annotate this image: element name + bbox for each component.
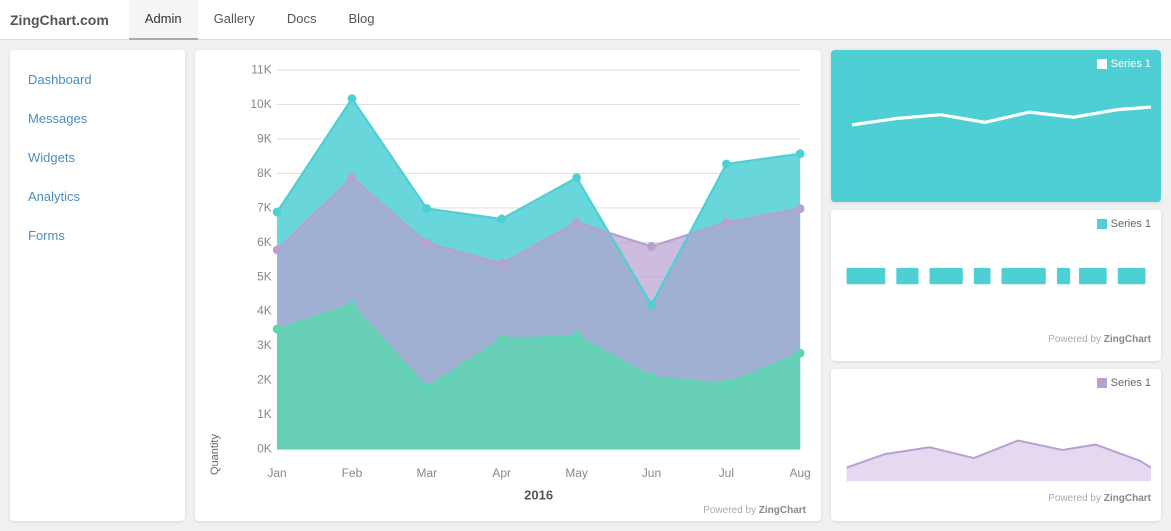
dot: [572, 331, 581, 340]
mini-chart-1: Series 1: [831, 50, 1161, 202]
dot: [722, 218, 731, 227]
svg-text:1K: 1K: [257, 407, 272, 421]
svg-text:May: May: [565, 466, 588, 480]
dot: [796, 204, 805, 213]
series2-legend-icon: [1097, 219, 1107, 229]
svg-text:0K: 0K: [257, 442, 272, 456]
mini-chart-3-svg: [841, 393, 1151, 488]
dot: [722, 380, 731, 389]
mini-chart-3-powered-by: Powered by ZingChart: [841, 493, 1151, 504]
dot: [722, 160, 731, 169]
dot: [796, 149, 805, 158]
sidebar-item-dashboard[interactable]: Dashboard: [10, 60, 185, 99]
mini-chart-2: Series 1 Powered by ZingChart: [831, 210, 1161, 362]
svg-text:2016: 2016: [524, 487, 553, 502]
mini-chart-3-series-label: Series 1: [841, 377, 1151, 389]
svg-text:4K: 4K: [257, 304, 272, 318]
dot: [497, 215, 506, 224]
nav-item-docs[interactable]: Docs: [271, 0, 333, 40]
brand-logo: ZingChart.com: [10, 12, 109, 28]
series1-legend-icon: [1097, 59, 1107, 69]
dot: [423, 204, 432, 213]
sidebar-item-forms[interactable]: Forms: [10, 216, 185, 255]
sidebar-item-messages[interactable]: Messages: [10, 99, 185, 138]
dot: [273, 245, 282, 254]
chart-area: Quantity: [195, 50, 821, 521]
dot: [423, 239, 432, 248]
svg-text:3K: 3K: [257, 338, 272, 352]
svg-text:5K: 5K: [257, 269, 272, 283]
dot: [348, 301, 357, 310]
top-nav: ZingChart.com Admin Gallery Docs Blog: [0, 0, 1171, 40]
mini-chart-1-series-label: Series 1: [841, 58, 1151, 70]
dot: [647, 373, 656, 382]
dot: [348, 173, 357, 182]
svg-text:Aug: Aug: [790, 466, 811, 480]
sidebar-item-widgets[interactable]: Widgets: [10, 138, 185, 177]
svg-text:Jan: Jan: [267, 466, 286, 480]
svg-text:8K: 8K: [257, 166, 272, 180]
dot: [348, 94, 357, 103]
svg-text:Feb: Feb: [342, 466, 363, 480]
nav-items: Admin Gallery Docs Blog: [129, 0, 391, 40]
mini-line: [852, 107, 1151, 125]
mini-chart-1-svg: [841, 74, 1151, 176]
y-axis-label: Quantity: [205, 60, 225, 475]
dot: [497, 335, 506, 344]
chart-powered-by: Powered by ZingChart: [205, 505, 811, 516]
mini-area: [847, 441, 1151, 482]
svg-text:6K: 6K: [257, 235, 272, 249]
dot: [647, 301, 656, 310]
svg-text:Jun: Jun: [642, 466, 661, 480]
svg-text:11K: 11K: [251, 62, 271, 76]
sidebar: Dashboard Messages Widgets Analytics For…: [10, 50, 185, 521]
mini-chart-3: Series 1 Powered by ZingChart: [831, 369, 1161, 521]
dot: [497, 259, 506, 268]
svg-text:Jul: Jul: [719, 466, 734, 480]
nav-item-blog[interactable]: Blog: [332, 0, 390, 40]
svg-text:Mar: Mar: [417, 466, 438, 480]
main-layout: Dashboard Messages Widgets Analytics For…: [0, 40, 1171, 531]
sidebar-item-analytics[interactable]: Analytics: [10, 177, 185, 216]
dot: [572, 218, 581, 227]
dot: [273, 325, 282, 334]
svg-text:9K: 9K: [257, 131, 272, 145]
dot: [273, 208, 282, 217]
svg-text:10K: 10K: [250, 97, 271, 111]
svg-text:7K: 7K: [257, 200, 272, 214]
dot: [796, 349, 805, 358]
mini-chart-2-series-label: Series 1: [841, 218, 1151, 230]
nav-item-gallery[interactable]: Gallery: [198, 0, 271, 40]
svg-text:Apr: Apr: [492, 466, 511, 480]
nav-item-admin[interactable]: Admin: [129, 0, 198, 40]
mini-chart-2-powered-by: Powered by ZingChart: [841, 334, 1151, 345]
mini-chart-2-svg: [841, 234, 1151, 329]
svg-text:2K: 2K: [257, 373, 272, 387]
main-chart-svg: 0K 1K 2K 3K 4K 5K 6K 7K 8K 9K 10K 11K Ja…: [225, 60, 811, 505]
right-panel: Series 1 Series 1: [831, 50, 1161, 521]
dot: [572, 173, 581, 182]
dot: [423, 383, 432, 392]
dot: [647, 242, 656, 251]
series3-legend-icon: [1097, 378, 1107, 388]
